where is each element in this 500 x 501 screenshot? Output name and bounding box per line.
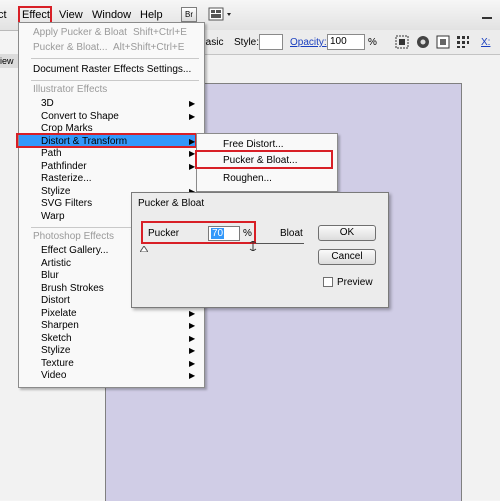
menu-item-label: 3D	[41, 98, 54, 109]
submenu-arrow-icon: ▶	[189, 358, 196, 368]
menu-item-label: Rasterize...	[41, 173, 92, 184]
last-effect-shortcut: Alt+Shift+Ctrl+E	[113, 42, 185, 53]
menu-window[interactable]: Window	[92, 9, 131, 21]
submenu-arrow-icon: ▶	[189, 308, 196, 318]
menu-item-label: Pixelate	[41, 307, 77, 319]
menu-item-last-effect: Pucker & Bloat... Alt+Shift+Ctrl+E	[19, 41, 202, 54]
transform-grid-icon[interactable]	[456, 35, 470, 49]
ok-button[interactable]: OK	[318, 225, 376, 241]
menu-item-document-raster-effects-settings[interactable]: Document Raster Effects Settings...	[19, 63, 202, 76]
menu-item-ps-pixelate[interactable]: Pixelate ▶	[19, 307, 202, 320]
menu-item-label: Video	[41, 370, 67, 381]
menu-item-label: Path	[41, 148, 62, 159]
opacity-label[interactable]: Opacity:	[290, 37, 327, 48]
menu-item-label: Sharpen	[41, 320, 79, 331]
menu-separator	[31, 80, 199, 81]
window-minimize-icon[interactable]	[476, 6, 500, 22]
align-grid-icon[interactable]	[395, 35, 409, 49]
distort-transform-highlight-box	[16, 133, 197, 148]
photoshop-effects-header: Photoshop Effects	[33, 231, 114, 242]
menu-item-label: Effect Gallery...	[41, 245, 109, 256]
submenu-item-roughen[interactable]: Roughen...	[197, 171, 335, 187]
menu-item-convert-to-shape[interactable]: Convert to Shape ▶	[19, 110, 202, 123]
submenu-arrow-icon: ▶	[189, 99, 196, 108]
bridge-label: Br	[185, 10, 193, 19]
menu-item-label: Brush Strokes	[41, 282, 104, 294]
roughen-label: Roughen...	[223, 173, 272, 184]
last-effect-label: Pucker & Bloat...	[33, 42, 108, 53]
opacity-input[interactable]: 100	[327, 34, 365, 50]
control-bar: Basic Style: Opacity: 100 % X:	[196, 30, 500, 55]
menu-item-apply-last-effect: Apply Pucker & Bloat Shift+Ctrl+E	[19, 26, 202, 39]
menu-item-3d[interactable]: 3D ▶	[19, 97, 202, 110]
submenu-arrow-icon: ▶	[189, 346, 196, 355]
bloat-label: Bloat	[280, 228, 303, 239]
menu-item-label: Texture	[41, 357, 74, 369]
isolate-object-icon[interactable]	[436, 35, 450, 49]
preview-checkbox[interactable]	[323, 277, 333, 287]
apply-last-effect-shortcut: Shift+Ctrl+E	[133, 27, 187, 38]
document-tab[interactable]: iew	[0, 54, 19, 68]
menu-item-label: SVG Filters	[41, 198, 93, 209]
submenu-arrow-icon: ▶	[189, 333, 196, 343]
menu-view[interactable]: View	[59, 9, 83, 21]
menu-item-path[interactable]: Path ▶	[19, 147, 202, 160]
dialog-title: Pucker & Bloat	[138, 198, 205, 209]
recolor-artwork-icon[interactable]	[416, 35, 430, 49]
submenu-arrow-icon: ▶	[189, 371, 196, 380]
menu-item-label: Pathfinder	[41, 160, 87, 172]
bridge-icon[interactable]: Br	[181, 7, 197, 22]
cancel-label: Cancel	[331, 251, 363, 262]
menu-item-ps-sharpen[interactable]: Sharpen ▶	[19, 319, 202, 332]
menu-item-ps-sketch[interactable]: Sketch ▶	[19, 332, 202, 345]
menu-item-label: Artistic	[41, 257, 71, 269]
menu-object[interactable]: ct	[0, 9, 7, 21]
style-label: Style:	[234, 37, 260, 48]
pucker-bloat-highlight-box	[195, 150, 333, 169]
pucker-bloat-dialog: Pucker & Bloat Pucker 70 % Bloat OK Canc…	[131, 192, 389, 308]
menu-item-rasterize[interactable]: Rasterize...	[19, 172, 202, 185]
cursor-icon	[249, 240, 257, 252]
menu-item-ps-video[interactable]: Video ▶	[19, 369, 202, 382]
menu-item-label: Sketch	[41, 332, 72, 344]
opacity-percent: %	[368, 37, 377, 48]
arrange-documents-icon[interactable]	[208, 7, 234, 22]
menu-separator	[31, 58, 199, 59]
pucker-field-highlight-box	[141, 221, 256, 244]
menu-item-ps-texture[interactable]: Texture ▶	[19, 357, 202, 370]
menu-item-label: Stylize	[41, 345, 71, 356]
menu-help[interactable]: Help	[140, 9, 163, 21]
opacity-value: 100	[330, 36, 347, 47]
document-raster-settings-label: Document Raster Effects Settings...	[33, 64, 192, 75]
document-tab-label: iew	[0, 56, 14, 66]
x-coordinate-label[interactable]: X:	[481, 37, 490, 48]
menu-item-label: Warp	[41, 210, 65, 222]
illustrator-effects-header: Illustrator Effects	[33, 84, 108, 95]
menu-item-label: Convert to Shape	[41, 110, 119, 122]
preview-label: Preview	[337, 277, 373, 288]
menu-item-label: Stylize	[41, 185, 71, 197]
cancel-button[interactable]: Cancel	[318, 249, 376, 265]
style-swatch-dropdown[interactable]	[259, 34, 283, 50]
ok-label: OK	[339, 227, 355, 238]
menu-item-pathfinder[interactable]: Pathfinder ▶	[19, 160, 202, 173]
menu-item-label: Blur	[41, 270, 59, 281]
menu-item-ps-stylize[interactable]: Stylize ▶	[19, 344, 202, 357]
menu-item-label: Distort	[41, 295, 70, 306]
apply-last-effect-label: Apply Pucker & Bloat	[33, 27, 127, 38]
submenu-arrow-icon: ▶	[189, 111, 196, 121]
submenu-arrow-icon: ▶	[189, 321, 196, 330]
